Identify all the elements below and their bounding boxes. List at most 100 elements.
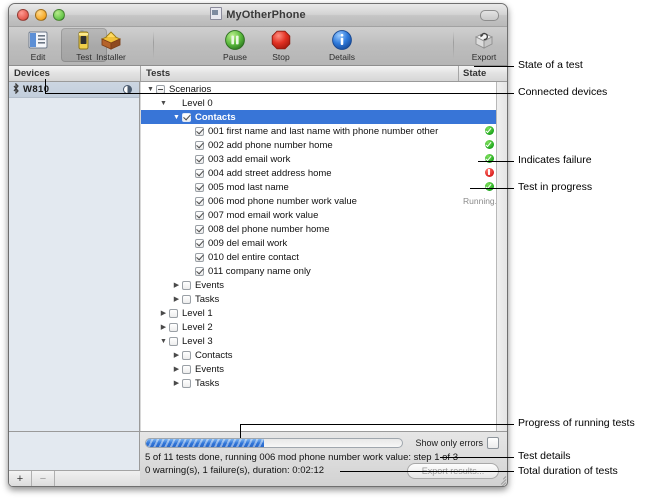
chevron-down-icon[interactable]: ▼	[158, 100, 169, 107]
test-state-cell	[469, 153, 496, 165]
test-row[interactable]: ▼ Contacts	[141, 110, 496, 124]
toolbar-button-details[interactable]: Details	[314, 28, 370, 62]
test-row[interactable]: ▶ Events	[141, 278, 496, 292]
annotation-label: State of a test	[518, 59, 583, 71]
test-row[interactable]: ▶005 mod last name	[141, 180, 496, 194]
progress-bar	[145, 438, 403, 448]
test-state-cell	[469, 181, 496, 193]
annotation-elbow-line	[45, 79, 46, 94]
main-toolbar: Edit Test Installer Pause Stop Details E…	[9, 27, 507, 66]
test-checkbox[interactable]	[182, 350, 191, 360]
toolbar-button-export[interactable]: Export	[461, 28, 507, 62]
test-row[interactable]: ▶ Level 2	[141, 320, 496, 334]
bluetooth-icon	[9, 82, 23, 97]
device-footer-filler	[55, 471, 140, 486]
test-row[interactable]: ▶ Tasks	[141, 376, 496, 390]
test-row[interactable]: ▶004 add street address home	[141, 166, 496, 180]
test-checkbox[interactable]	[169, 322, 178, 332]
toolbar-button-edit[interactable]: Edit	[15, 28, 61, 62]
chevron-right-icon[interactable]: ▶	[171, 295, 182, 303]
progress-bar-fill	[146, 439, 264, 447]
toolbar-button-stop[interactable]: Stop	[258, 28, 304, 62]
test-checkbox[interactable]	[195, 238, 204, 248]
chevron-right-icon[interactable]: ▶	[158, 309, 169, 317]
column-header-devices[interactable]: Devices	[14, 68, 50, 79]
pass-check-icon	[484, 125, 494, 135]
show-only-errors-control[interactable]: Show only errors	[415, 437, 499, 449]
test-checkbox[interactable]	[182, 378, 191, 388]
tests-tree[interactable]: ▼Scenarios▼Level 0▼Contacts▶001 first na…	[141, 82, 496, 475]
chevron-right-icon[interactable]: ▶	[171, 281, 182, 289]
annotation-label: Test in progress	[518, 181, 593, 193]
remove-device-button[interactable]: −	[32, 471, 55, 486]
annotation-label: Progress of running tests	[518, 417, 635, 429]
column-header-state[interactable]: State	[463, 68, 486, 79]
add-device-button[interactable]: +	[9, 471, 32, 486]
test-row[interactable]: ▶007 mod email work value	[141, 208, 496, 222]
test-checkbox[interactable]	[182, 280, 191, 290]
test-row[interactable]: ▶ Events	[141, 362, 496, 376]
toolbar-label-stop: Stop	[272, 52, 290, 62]
test-row[interactable]: ▶001 first name and last name with phone…	[141, 124, 496, 138]
test-label: Events	[195, 279, 225, 291]
stop-icon	[258, 28, 304, 52]
resize-grip[interactable]	[494, 473, 507, 486]
test-checkbox[interactable]	[195, 266, 204, 276]
window-body: W810 ▼Scenarios▼Level 0▼Contacts▶001 fir…	[9, 82, 507, 475]
test-label: Level 3	[182, 335, 213, 347]
chevron-right-icon[interactable]: ▶	[171, 365, 182, 373]
test-checkbox[interactable]	[182, 294, 191, 304]
show-only-errors-checkbox[interactable]	[487, 437, 499, 449]
chevron-down-icon[interactable]: ▼	[158, 338, 169, 345]
test-row[interactable]: ▶002 add phone number home	[141, 138, 496, 152]
toolbar-toggle-button[interactable]	[480, 10, 499, 21]
test-row[interactable]: ▼ Level 0	[141, 96, 496, 110]
test-row[interactable]: ▶ Contacts	[141, 348, 496, 362]
test-row[interactable]: ▶011 company name only	[141, 264, 496, 278]
test-row[interactable]: ▼ Level 3	[141, 334, 496, 348]
test-row[interactable]: ▶006 mod phone number work valueRunning.…	[141, 194, 496, 208]
column-divider-2[interactable]	[458, 66, 459, 81]
test-checkbox[interactable]	[195, 182, 204, 192]
test-checkbox[interactable]	[169, 308, 178, 318]
bottom-status-bar: + − Show only errors 5 of 11 tests done,…	[9, 431, 507, 486]
chevron-right-icon[interactable]: ▶	[171, 351, 182, 359]
column-divider-1[interactable]	[140, 66, 141, 81]
tests-pane: ▼Scenarios▼Level 0▼Contacts▶001 first na…	[141, 82, 507, 475]
chevron-right-icon[interactable]: ▶	[171, 379, 182, 387]
annotation-leader-line	[478, 161, 514, 162]
test-checkbox[interactable]	[195, 126, 204, 136]
test-label: Contacts	[195, 349, 233, 361]
test-row[interactable]: ▶009 del email work	[141, 236, 496, 250]
test-checkbox[interactable]	[195, 196, 204, 206]
test-row[interactable]: ▶003 add email work	[141, 152, 496, 166]
chevron-down-icon[interactable]: ▼	[171, 114, 182, 121]
test-checkbox[interactable]	[169, 336, 178, 346]
test-checkbox[interactable]	[195, 168, 204, 178]
window-titlebar[interactable]: MyOtherPhone	[9, 4, 507, 27]
test-checkbox[interactable]	[195, 154, 204, 164]
test-row[interactable]: ▶ Level 1	[141, 306, 496, 320]
test-checkbox[interactable]	[195, 224, 204, 234]
test-checkbox[interactable]	[182, 364, 191, 374]
test-row[interactable]: ▶ Tasks	[141, 292, 496, 306]
test-label: 003 add email work	[208, 153, 291, 165]
test-checkbox[interactable]	[195, 252, 204, 262]
test-checkbox[interactable]	[195, 140, 204, 150]
test-label: Level 0	[182, 97, 213, 109]
annotation-label: Indicates failure	[518, 154, 592, 166]
test-row[interactable]: ▶010 del entire contact	[141, 250, 496, 264]
test-label: 002 add phone number home	[208, 139, 333, 151]
test-row[interactable]: ▶008 del phone number home	[141, 222, 496, 236]
chevron-right-icon[interactable]: ▶	[158, 323, 169, 331]
test-checkbox[interactable]	[195, 210, 204, 220]
test-label: Events	[195, 363, 225, 375]
toolbar-button-pause[interactable]: Pause	[212, 28, 258, 62]
toolbar-button-installer[interactable]: Installer	[83, 28, 139, 62]
column-header-tests[interactable]: Tests	[146, 68, 170, 79]
device-row-w810[interactable]: W810	[9, 82, 139, 98]
annotation-leader-line	[474, 66, 514, 67]
tests-vertical-scrollbar[interactable]	[496, 82, 507, 475]
test-checkbox[interactable]	[182, 112, 191, 122]
chevron-down-icon[interactable]: ▼	[145, 86, 156, 93]
